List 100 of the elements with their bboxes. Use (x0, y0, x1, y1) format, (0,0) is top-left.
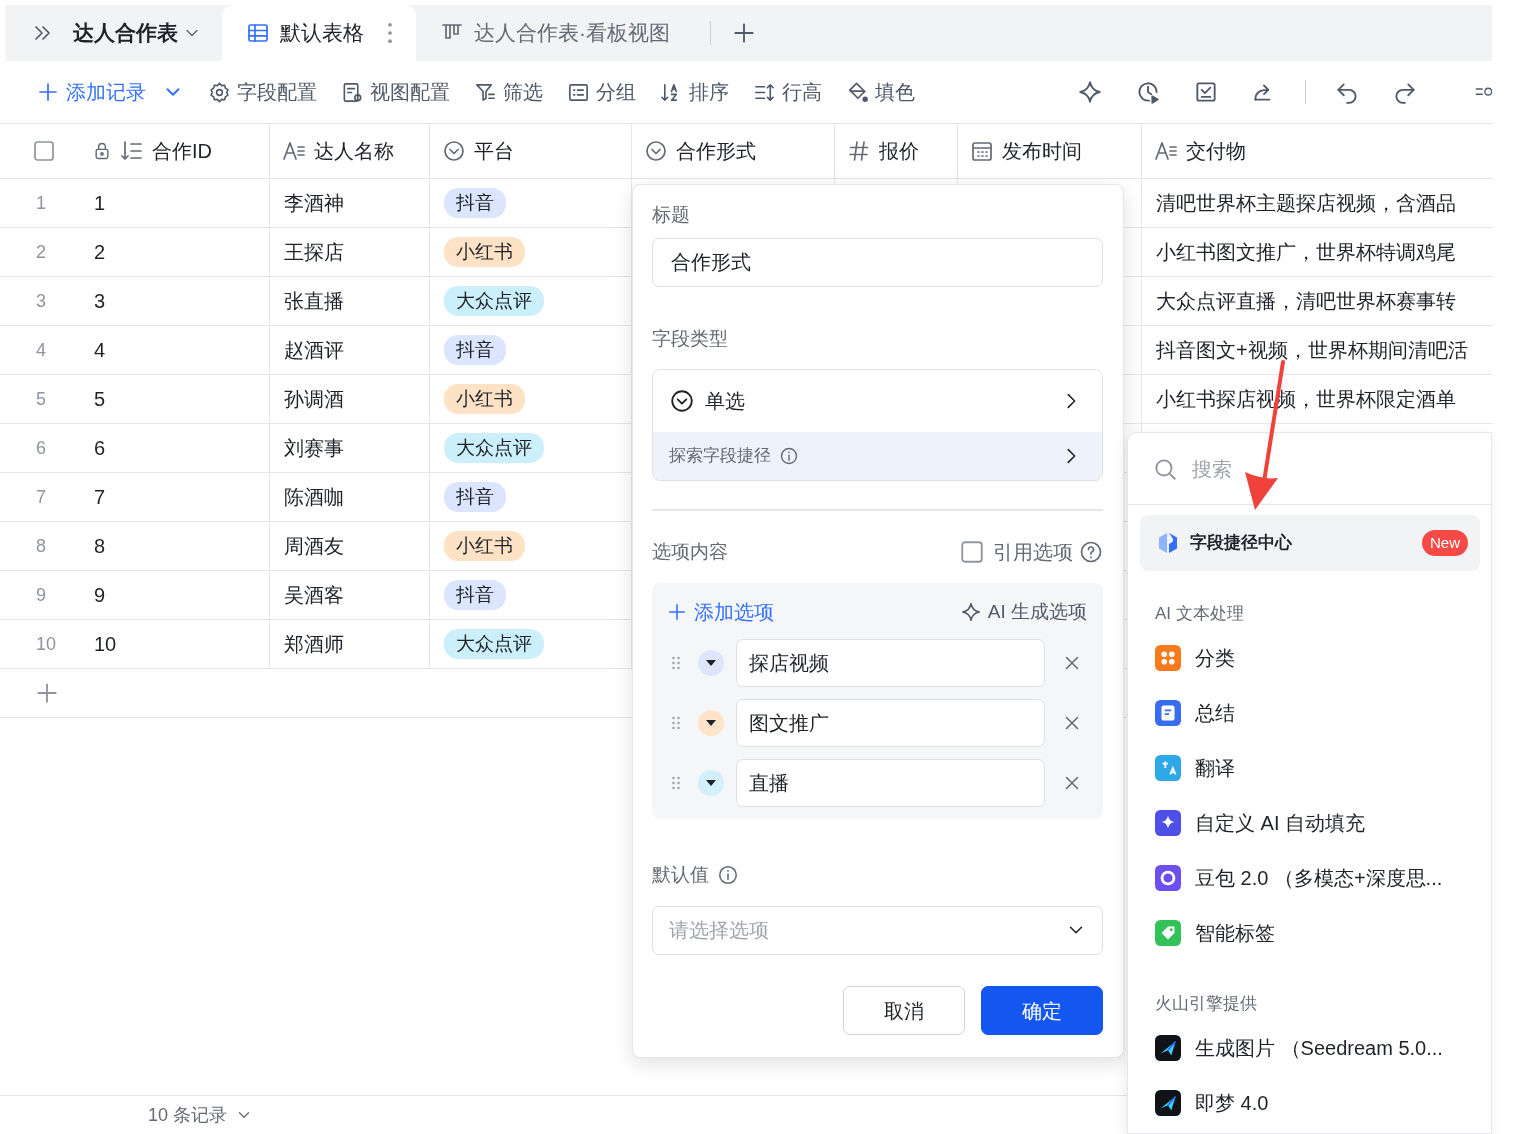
row-number: 10 (0, 620, 80, 669)
table-cell-text: 5 (94, 387, 106, 412)
toolbar-button[interactable]: 排序 (652, 73, 737, 111)
menu-item[interactable]: 自定义 AI 自动填充 (1128, 795, 1491, 851)
record-count-dropdown[interactable]: 10 条记录 (148, 1101, 254, 1129)
history-icon (1135, 79, 1161, 105)
field-label: 默认值 (652, 863, 709, 887)
checkbox-icon (959, 539, 985, 565)
plus-icon (666, 601, 688, 623)
gear-icon (208, 80, 231, 104)
row-number: 9 (0, 571, 80, 620)
select-all-checkbox[interactable] (32, 139, 56, 163)
lock-icon (92, 141, 112, 161)
menu-item[interactable]: 翻译 (1128, 740, 1491, 796)
table-name-dropdown[interactable]: 达人合作表 (73, 17, 202, 49)
table-cell-text: 大众点评直播，清吧世界杯赛事转 (1156, 289, 1456, 314)
option-input[interactable]: 直播 (736, 759, 1045, 807)
row-number: 5 (0, 375, 80, 424)
field-label: 选项内容 (652, 539, 728, 564)
column-header[interactable]: 合作ID (152, 136, 212, 166)
menu-item[interactable]: 智能标签 (1128, 905, 1491, 961)
checklist-icon (1193, 79, 1219, 105)
hash-icon (847, 139, 871, 163)
table-cell-text: 6 (94, 436, 106, 461)
table-cell-text: 吴酒客 (284, 583, 344, 608)
grid-icon (246, 21, 270, 45)
explore-shortcuts-row[interactable]: 探索字段捷径 (653, 432, 1102, 480)
color-picker[interactable] (698, 710, 724, 736)
color-picker[interactable] (698, 770, 724, 796)
field-label: 标题 (652, 203, 691, 227)
toolbar-button[interactable]: 视图配置 (333, 73, 458, 111)
menu-item[interactable]: 字段捷径中心 New (1140, 515, 1480, 571)
table-cell-text: 刘赛事 (284, 436, 344, 461)
menu-item[interactable]: 豆包 2.0 （多模态+深度思... (1128, 850, 1491, 906)
column-header[interactable]: 发布时间 (1002, 136, 1082, 166)
section-title: AI 文本处理 (1154, 603, 1245, 625)
table-cell-text: 7 (94, 485, 106, 510)
table-cell-text: 8 (94, 534, 106, 559)
view-tab[interactable]: 达人合作表·看板视图 (416, 5, 694, 61)
table-cell-text: 赵酒评 (284, 338, 344, 363)
menu-item[interactable]: 生成图片 （Seedream 5.0... (1128, 1020, 1491, 1075)
toolbar-button[interactable]: 分组 (559, 73, 644, 111)
platform-tag: 大众点评 (444, 286, 544, 316)
platform-tag: 抖音 (444, 335, 506, 365)
option-input[interactable]: 探店视频 (736, 639, 1045, 687)
menu-item[interactable]: 即梦 4.0 (1128, 1075, 1491, 1130)
column-header[interactable]: 平台 (474, 136, 514, 166)
platform-tag: 抖音 (444, 188, 506, 218)
toolbar-button[interactable]: 筛选 (466, 73, 551, 111)
row-number: 3 (0, 277, 80, 326)
table-cell-text: 10 (94, 632, 117, 657)
text-type-icon (282, 139, 306, 163)
row-number: 2 (0, 228, 80, 277)
table-cell-text: 周酒友 (284, 534, 344, 559)
reference-options-checkbox[interactable]: 引用选项 (959, 537, 1073, 567)
row-number: 4 (0, 326, 80, 375)
platform-tag: 抖音 (444, 482, 506, 512)
table-cell-text: 孙调酒 (284, 387, 344, 412)
more-icon (388, 23, 392, 43)
toolbar-button[interactable]: 字段配置 (200, 73, 325, 111)
cancel-button[interactable]: 取消 (843, 986, 965, 1035)
single-select-icon (669, 388, 695, 414)
document-gear-icon (341, 80, 364, 104)
table-cell-text: 抖音图文+视频，世界杯期间清吧活 (1156, 338, 1468, 363)
single-select-icon (644, 139, 668, 163)
table-cell-text: 陈酒咖 (284, 485, 344, 510)
text-type-icon (1154, 139, 1178, 163)
hexagon-logo-icon (1156, 531, 1180, 555)
sparkle-icon (959, 601, 982, 623)
menu-item[interactable]: 分类 (1128, 630, 1491, 686)
platform-tag: 小红书 (444, 237, 525, 267)
toolbar-button[interactable]: 行高 (745, 73, 830, 111)
column-header[interactable]: 合作形式 (676, 136, 756, 166)
single-select-icon (442, 139, 466, 163)
menu-item[interactable]: 总结 (1128, 685, 1491, 741)
row-number: 1 (0, 179, 80, 228)
ai-generate-button[interactable]: AI 生成选项 (959, 597, 1087, 627)
section-title: 火山引擎提供 (1154, 992, 1258, 1015)
table-cell-text: 4 (94, 338, 106, 363)
column-header[interactable]: 达人名称 (314, 136, 394, 166)
toolbar-button[interactable]: 填色 (838, 73, 923, 111)
table-cell-text: 清吧世界杯主题探店视频，含酒品 (1156, 191, 1456, 216)
search-field[interactable]: 搜索 (1190, 452, 1467, 485)
platform-tag: 小红书 (444, 384, 525, 414)
title-input[interactable]: 合作形式 (652, 237, 1103, 287)
color-picker[interactable] (698, 650, 724, 676)
add-record-button[interactable]: 添加记录 (28, 73, 192, 111)
calendar-icon (970, 139, 994, 163)
option-input[interactable]: 图文推广 (736, 699, 1045, 747)
table-cell-text: 王探店 (284, 240, 344, 265)
view-tab[interactable]: 默认表格 (222, 5, 416, 61)
platform-tag: 大众点评 (444, 433, 544, 463)
checkbox-icon (32, 139, 56, 163)
column-header[interactable]: 交付物 (1186, 136, 1246, 166)
add-option-button[interactable]: 添加选项 (666, 597, 774, 627)
table-cell-text: 郑酒师 (284, 632, 344, 657)
confirm-button[interactable]: 确定 (981, 986, 1103, 1035)
row-number: 8 (0, 522, 80, 571)
default-value-select[interactable]: 请选择选项 (652, 905, 1103, 955)
column-header[interactable]: 报价 (879, 136, 919, 166)
